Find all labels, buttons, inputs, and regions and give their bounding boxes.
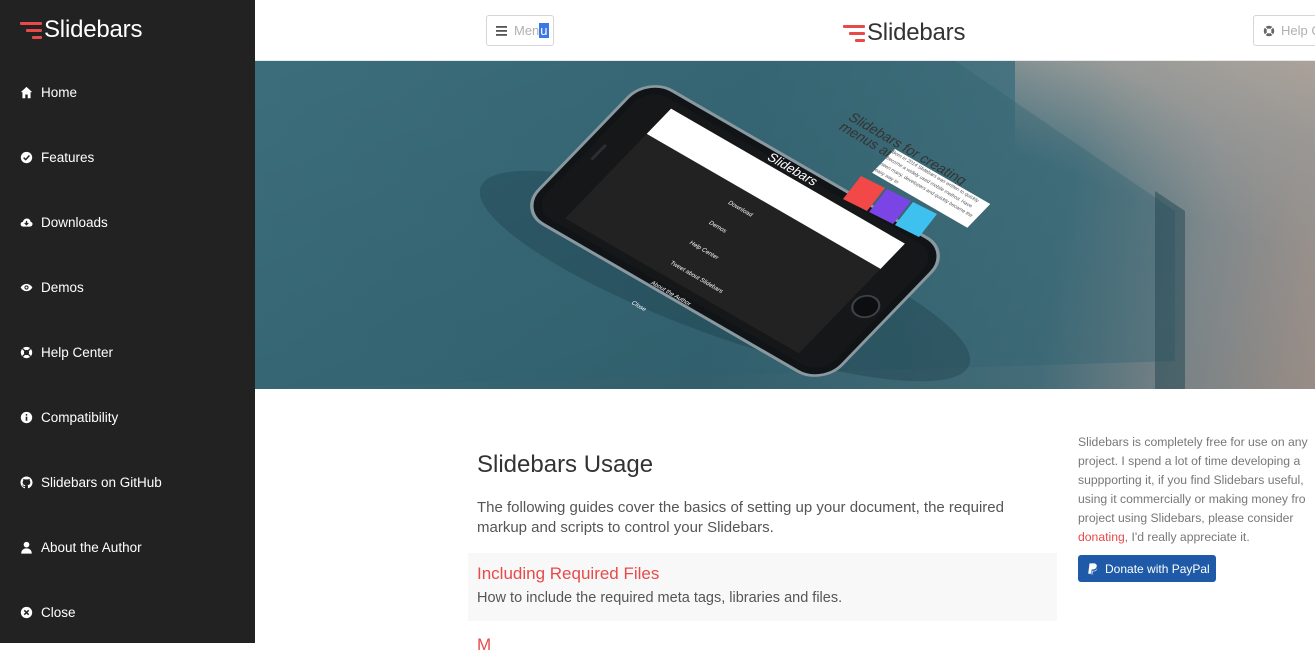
sidebar-item-label: Downloads [41,214,108,230]
sidebar-item-help-center[interactable]: Help Center [0,332,255,372]
donation-text-line: donating, I'd really appreciate it. [1078,528,1315,547]
donation-text-line: project. I spend a lot of time developin… [1078,454,1301,468]
guide-card[interactable]: Including Required Files How to include … [468,553,1057,621]
sidebar-item-demos[interactable]: Demos [0,267,255,307]
donation-text: Slidebars is completely free for use on … [1078,433,1315,547]
sidebar-item-close[interactable]: Close [0,592,255,632]
sidebar: Slidebars Home Features Downloads Demos … [0,0,255,643]
sidebar-item-compatibility[interactable]: Compatibility [0,397,255,437]
top-bar: Menu Slidebars Help C [255,0,1315,61]
hero-image: Slidebars Slidebars for creating menus a… [255,61,1315,389]
eye-icon [19,280,33,294]
guide-title-link[interactable]: M [477,635,491,655]
sidebar-item-label: Compatibility [41,409,119,425]
donation-text-line: suppporting it, if you find Slidebars us… [1078,473,1304,487]
sidebar-item-label: Help Center [41,344,114,360]
help-button-label: Help C [1281,23,1315,38]
sidebar-logo[interactable]: Slidebars [20,16,142,44]
logo-text: Slidebars [867,19,966,46]
info-circle-icon [19,410,33,424]
menu-button-label: Men [514,23,540,38]
logo-icon [843,24,865,42]
guide-title-link[interactable]: Including Required Files [477,564,1048,584]
check-circle-icon [19,150,33,164]
sidebar-item-github[interactable]: Slidebars on GitHub [0,462,255,502]
header-logo[interactable]: Slidebars [843,19,965,47]
paypal-icon [1088,562,1098,575]
donation-text-line: using it commercially or making money fr… [1078,492,1306,506]
cloud-download-icon [19,215,33,229]
life-ring-icon [1263,25,1275,36]
sidebar-item-label: Close [41,604,76,620]
sidebar-item-label: Slidebars on GitHub [41,474,162,490]
logo-icon [20,21,42,39]
sidebar-item-downloads[interactable]: Downloads [0,202,255,242]
main-content: Slidebars Usage The following guides cov… [255,389,1315,654]
logo-text: Slidebars [44,16,143,43]
donating-link[interactable]: donating [1078,530,1125,544]
sidebar-item-label: Demos [41,279,84,295]
sidebar-item-home[interactable]: Home [0,72,255,112]
sidebar-item-label: About the Author [41,539,142,555]
help-button[interactable]: Help C [1253,15,1315,46]
home-icon [19,85,33,99]
phone-mockup: Slidebars Slidebars for creating menus a… [515,61,991,389]
life-ring-icon [19,345,33,359]
sidebar-item-label: Home [41,84,78,100]
sidebar-item-label: Features [41,149,95,165]
menu-button-label-selection: u [539,23,549,38]
github-icon [19,475,33,489]
page-intro: The following guides cover the basics of… [477,499,1004,536]
close-circle-icon [19,605,33,619]
donation-text-line: Slidebars is completely free for use on … [1078,435,1308,449]
sidebar-item-features[interactable]: Features [0,137,255,177]
sidebar-item-about-author[interactable]: About the Author [0,527,255,567]
phone-color-tiles [843,176,937,237]
donate-paypal-button[interactable]: Donate with PayPal [1078,555,1216,582]
user-icon [19,540,33,554]
guide-description: How to include the required meta tags, l… [477,590,843,606]
page-title: Slidebars Usage [477,451,654,478]
menu-button[interactable]: Men u [486,15,554,46]
hamburger-icon [496,25,507,36]
donation-text-tail: , I'd really appreciate it. [1124,530,1250,544]
donation-text-line: project using Slidebars, please consider [1078,511,1294,525]
donate-paypal-label: Donate with PayPal [1105,561,1210,576]
